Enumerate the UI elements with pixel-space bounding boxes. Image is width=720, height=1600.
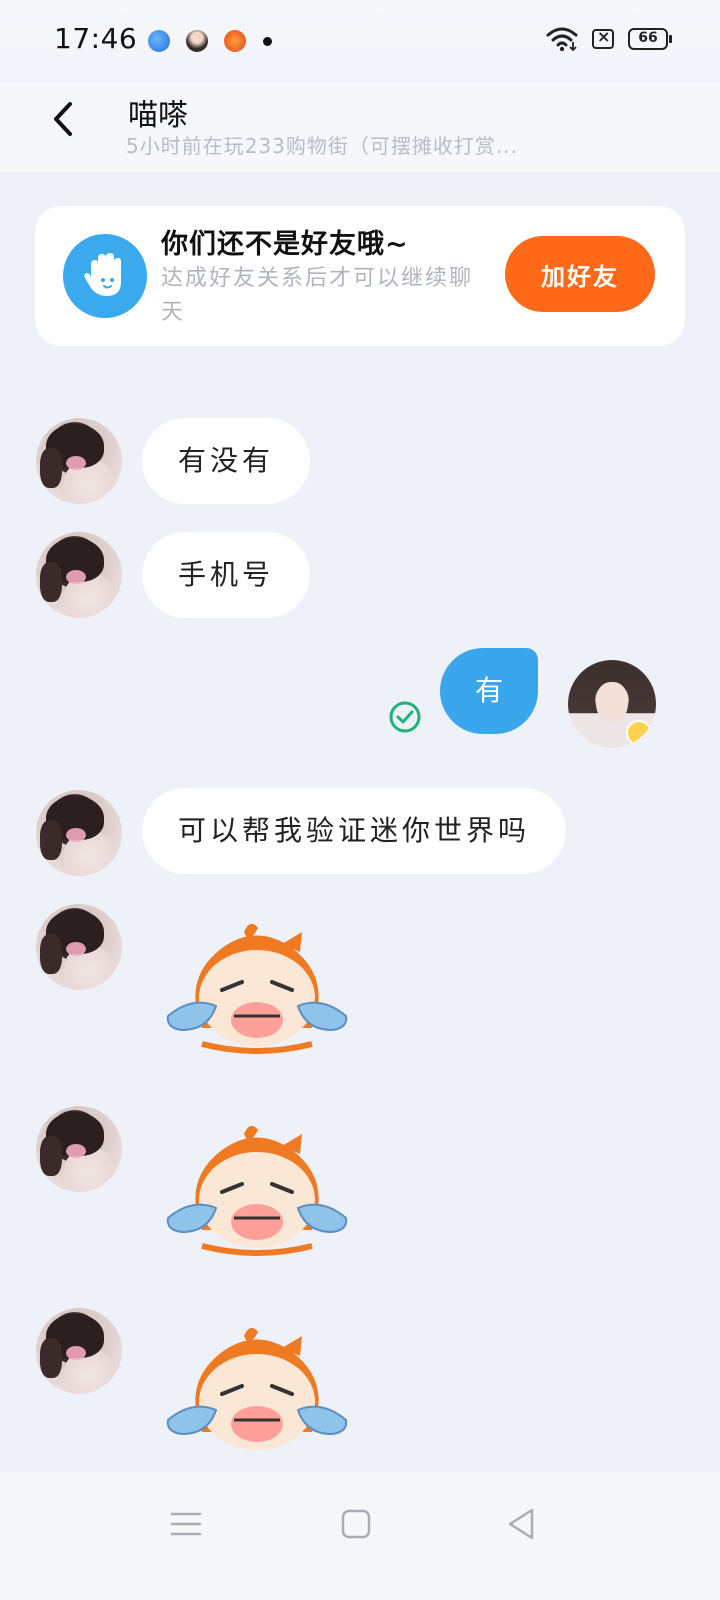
- crying-cat-sticker[interactable]: [162, 1120, 352, 1260]
- avatar-notification-icon: [186, 30, 208, 52]
- contact-avatar[interactable]: [36, 904, 122, 990]
- friend-request-banner: 你们还不是好友哦~ 达成好友关系后才可以继续聊天 加好友: [35, 206, 685, 346]
- message-bubble[interactable]: 手机号: [142, 532, 311, 618]
- back-button[interactable]: [40, 94, 90, 144]
- my-avatar[interactable]: [568, 660, 656, 748]
- chat-screen: 17:46 66 喵嗏 5小时前在玩233购物街（可摆摊收打赏...: [0, 0, 720, 1600]
- store-notification-icon: [224, 30, 246, 52]
- crying-cat-sticker[interactable]: [162, 918, 352, 1058]
- battery-icon: 66: [628, 28, 672, 50]
- contact-avatar[interactable]: [36, 1308, 122, 1394]
- message-bubble[interactable]: 有没有: [142, 418, 311, 504]
- status-time: 17:46: [54, 22, 138, 55]
- status-bar: 17:46 66: [0, 0, 720, 82]
- back-triangle-icon[interactable]: [502, 1504, 542, 1544]
- contact-avatar[interactable]: [36, 1106, 122, 1192]
- chat-header: 喵嗏 5小时前在玩233购物街（可摆摊收打赏...: [0, 82, 720, 172]
- read-check-icon: [389, 701, 421, 733]
- wifi-icon: [546, 27, 578, 52]
- contact-avatar[interactable]: [36, 790, 122, 876]
- status-icons: 66: [546, 26, 672, 52]
- contact-status: 5小时前在玩233购物街（可摆摊收打赏...: [126, 134, 518, 158]
- menu-icon[interactable]: [166, 1504, 206, 1544]
- crying-cat-sticker[interactable]: [162, 1322, 352, 1462]
- message-bubble[interactable]: 可以帮我验证迷你世界吗: [142, 788, 567, 874]
- banner-text: 达成好友关系后才可以继续聊天: [161, 266, 474, 325]
- my-message-bubble[interactable]: 有: [440, 648, 538, 734]
- contact-avatar[interactable]: [36, 532, 122, 618]
- wave-hand-icon: [63, 234, 147, 318]
- contact-avatar[interactable]: [36, 418, 122, 504]
- banner-title: 你们还不是好友哦~: [161, 229, 409, 260]
- add-friend-button[interactable]: 加好友: [505, 236, 655, 312]
- app-notification-icon: [148, 30, 170, 52]
- dot-icon: [263, 37, 272, 46]
- home-icon[interactable]: [336, 1504, 376, 1544]
- contact-name[interactable]: 喵嗏: [128, 90, 188, 134]
- system-nav-bar: [0, 1472, 720, 1600]
- sim-icon: [592, 27, 614, 49]
